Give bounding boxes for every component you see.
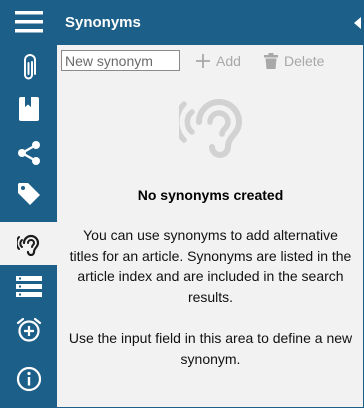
synonyms-panel: Synonyms Add Delete No syn [57,0,364,408]
alarm-add-icon [16,317,41,342]
share-icon [17,140,40,165]
attachment-icon [23,53,36,79]
empty-state-hint: Use the input field in this area to defi… [68,330,353,367]
panel-header: Synonyms [57,0,364,45]
reminder-button[interactable] [0,308,57,351]
empty-state-title: No synonyms created [137,187,284,203]
plus-icon [196,53,210,68]
menu-button[interactable] [0,0,57,43]
delete-button[interactable]: Delete [264,50,324,71]
panel-title: Synonyms [65,14,141,31]
collapse-panel-button[interactable] [350,14,364,32]
add-label: Add [216,52,241,69]
empty-state-description: You can use synonyms to add alternative … [69,227,352,305]
menu-icon [14,10,43,32]
chevron-left-icon [353,17,361,29]
synonyms-button[interactable] [0,222,57,265]
add-button[interactable]: Add [196,50,241,71]
book-button[interactable] [0,87,57,130]
list-icon [15,275,42,297]
info-button[interactable] [0,357,57,400]
book-icon [18,96,39,121]
delete-label: Delete [284,52,325,69]
new-synonym-input[interactable] [61,50,180,71]
synonym-toolbar: Add Delete [57,45,364,75]
attachments-button[interactable] [0,46,57,89]
tag-icon [17,182,40,205]
share-button[interactable] [0,131,57,174]
trash-icon [264,52,278,69]
info-icon [16,366,41,391]
ear-icon [16,234,39,256]
tags-button[interactable] [0,172,57,215]
icon-rail [0,0,57,408]
ear-icon [179,99,243,158]
list-button[interactable] [0,265,57,308]
